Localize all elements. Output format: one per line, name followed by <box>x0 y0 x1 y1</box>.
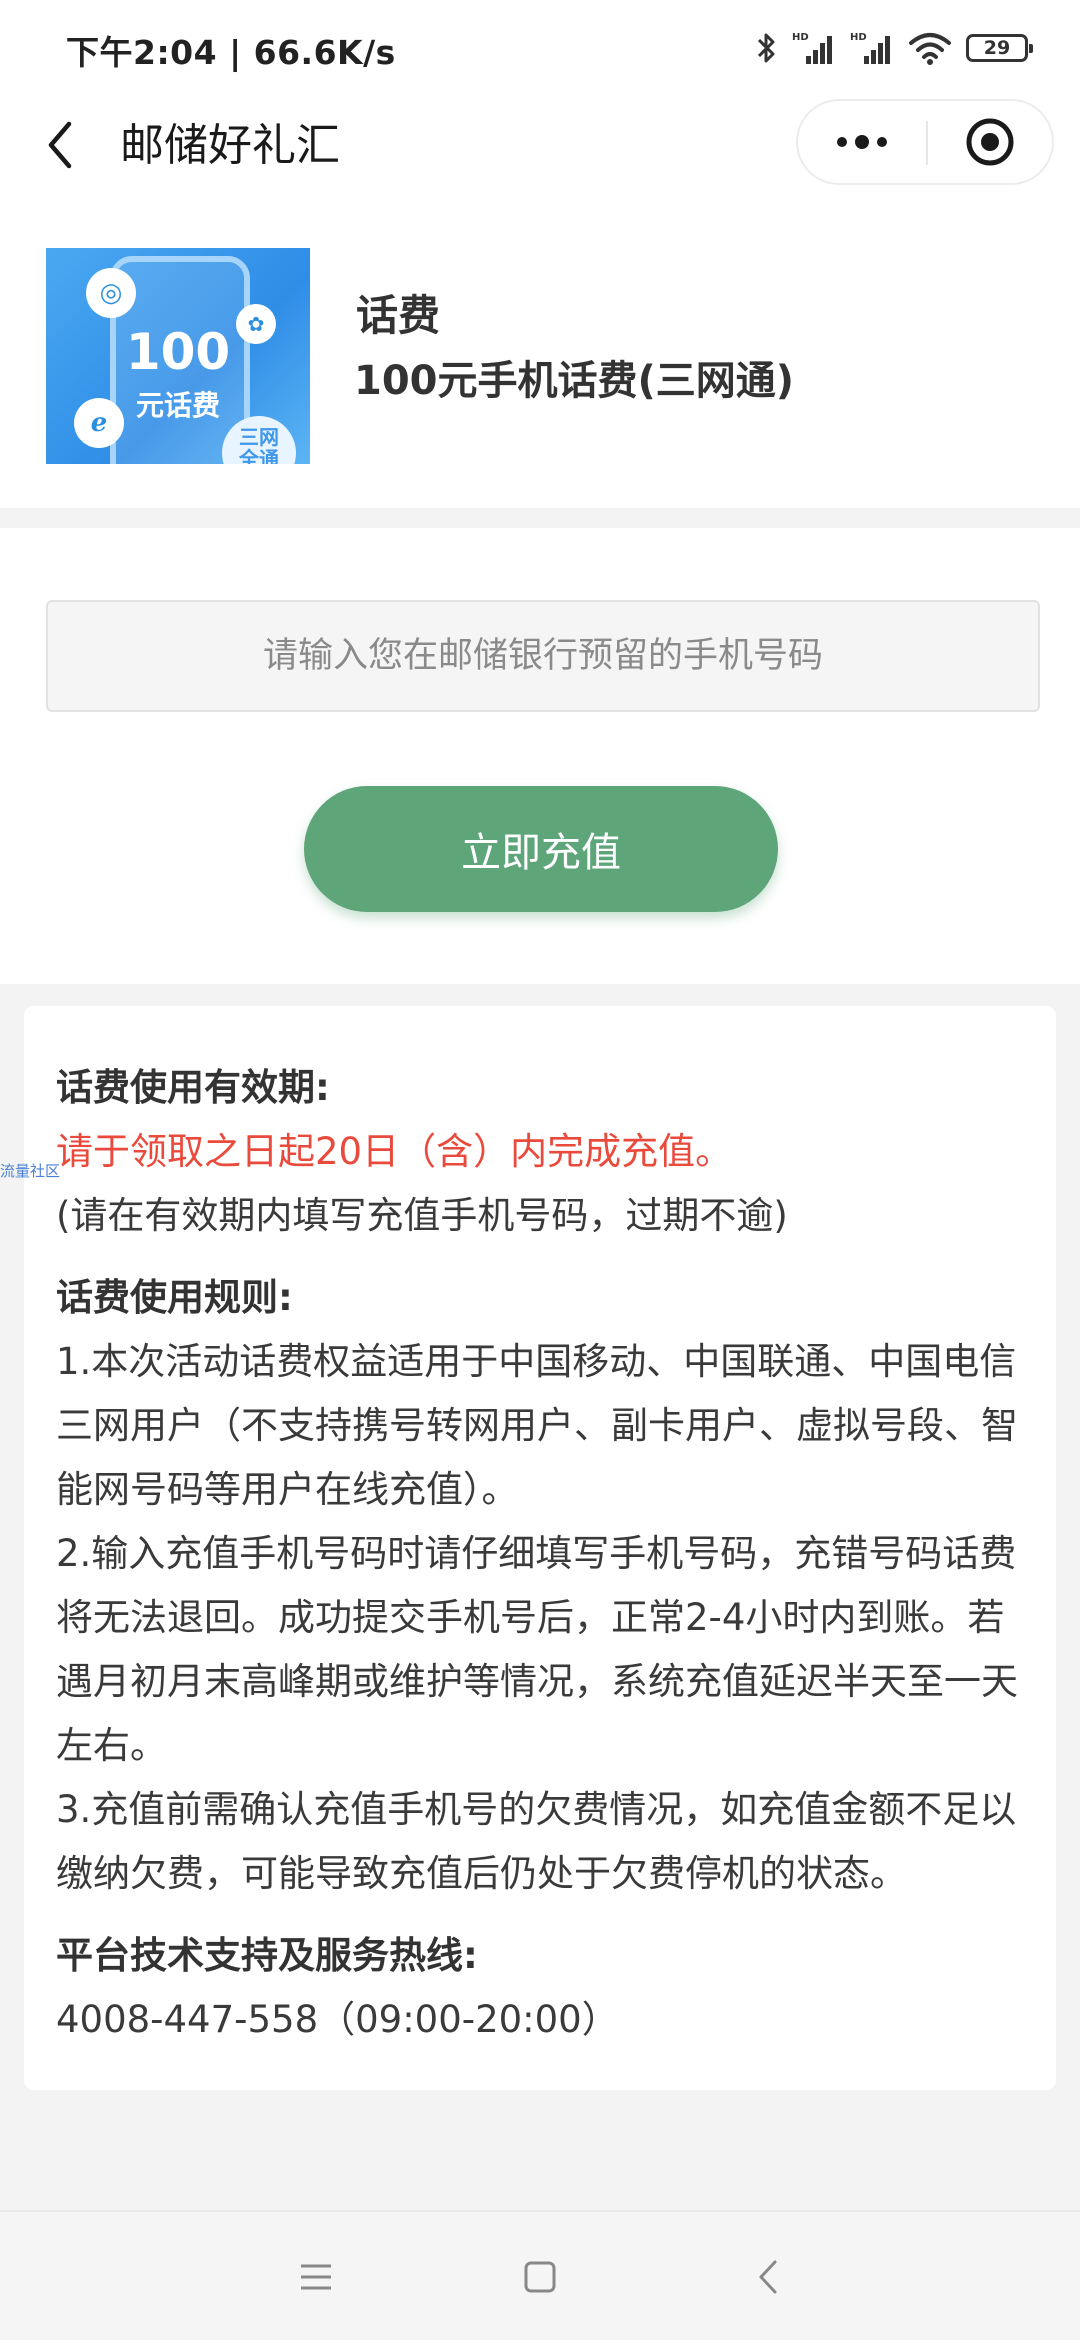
more-button[interactable] <box>798 101 926 183</box>
rule-item-2: 2.输入充值手机号码时请仔细填写手机号码，充错号码话费将无法退回。成功提交手机号… <box>56 1532 1018 1767</box>
recharge-form: 立即充值 <box>0 528 1080 984</box>
status-bar: 下午2:04 | 66.6K/s HD HD 29 <box>0 0 1080 90</box>
svg-text:HD: HD <box>792 32 809 43</box>
back-button[interactable] <box>30 112 90 178</box>
rule-item-1: 1.本次活动话费权益适用于中国移动、中国联通、中国电信三网用户（不支持携号转网用… <box>56 1340 1018 1511</box>
recharge-now-button[interactable]: 立即充值 <box>304 786 778 912</box>
more-dots-icon <box>837 135 887 149</box>
back-nav-button[interactable] <box>733 2242 803 2312</box>
image-amount: 100 <box>125 323 231 381</box>
menu-icon <box>301 2264 331 2290</box>
hotline-heading: 平台技术支持及服务热线: <box>56 1934 478 1977</box>
signal-hd-icon: HD <box>850 32 890 64</box>
status-icons: HD HD 29 <box>756 28 1033 68</box>
china-mobile-logo-icon: ◎ <box>86 268 136 318</box>
product-category: 话费 <box>356 291 441 340</box>
back-arrow-icon <box>759 2260 777 2294</box>
rule-item-3: 3.充值前需确认充值手机号的欠费情况，如充值金额不足以缴纳欠费，可能导致充值后仍… <box>56 1788 1017 1895</box>
menu-button[interactable] <box>281 2242 351 2312</box>
hotline-number[interactable]: 4008-447-558（09:00-20:00） <box>56 1988 1036 2052</box>
validity-note: (请在有效期内填写充值手机号码，过期不逾) <box>56 1194 788 1237</box>
phone-number-input[interactable] <box>46 600 1040 712</box>
signal-hd-icon: HD <box>792 32 832 64</box>
rules-card: 话费使用有效期: 请于领取之日起20日（含）内完成充值。 (请在有效期内填写充值… <box>24 1006 1056 2090</box>
nav-bar: 邮储好礼汇 <box>0 90 1080 200</box>
validity-deadline: 请于领取之日起20日（含）内完成充值。 <box>56 1130 733 1173</box>
wifi-icon <box>909 33 951 65</box>
target-close-icon <box>966 118 1014 166</box>
mini-program-capsule <box>796 99 1054 185</box>
home-square-icon <box>524 2261 556 2293</box>
svg-text:HD: HD <box>850 32 867 43</box>
chevron-left-icon <box>48 121 72 169</box>
validity-heading: 话费使用有效期: <box>56 1066 330 1109</box>
product-card: ◎ ✿ ℯ 100 元话费 三网 全通 话费 100元手机话费(三网通) <box>0 200 1080 508</box>
rules-heading: 话费使用规则: <box>56 1276 293 1319</box>
product-image: ◎ ✿ ℯ 100 元话费 三网 全通 <box>46 248 310 464</box>
home-button[interactable] <box>505 2242 575 2312</box>
close-mini-program-button[interactable] <box>928 101 1052 183</box>
page-title: 邮储好礼汇 <box>120 120 340 171</box>
bluetooth-icon <box>757 33 775 63</box>
status-time: 下午2:04 | 66.6K/s <box>66 33 396 72</box>
side-tag[interactable]: 流量社区 <box>0 1160 60 1181</box>
rules-content: 话费使用有效期: 请于领取之日起20日（含）内完成充值。 (请在有效期内填写充值… <box>56 1056 1036 2052</box>
system-nav-bar <box>0 2210 1080 2340</box>
product-name: 100元手机话费(三网通) <box>354 358 795 404</box>
battery-icon: 29 <box>966 34 1033 62</box>
